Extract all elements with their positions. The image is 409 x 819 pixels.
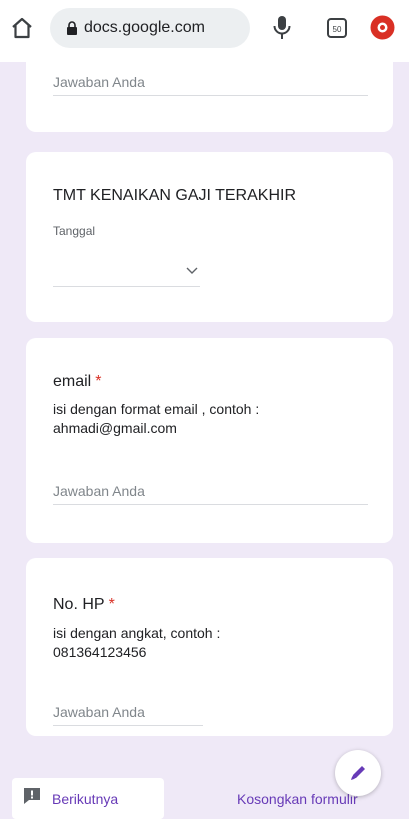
next-button-label: Berikutnya xyxy=(52,791,119,807)
url-text: docs.google.com xyxy=(84,19,205,36)
tabs-icon[interactable]: 50 xyxy=(326,17,348,39)
phone-answer-input[interactable]: Jawaban Anda xyxy=(53,702,203,726)
mic-icon[interactable] xyxy=(270,14,294,42)
date-input[interactable] xyxy=(53,260,200,287)
url-bar[interactable]: docs.google.com xyxy=(50,8,250,48)
edit-fab[interactable] xyxy=(335,750,381,796)
next-icon xyxy=(24,788,40,804)
email-question-title: email * xyxy=(53,373,101,391)
phone-question-description: isi dengan angkat, contoh : 081364123456 xyxy=(53,624,353,662)
next-button[interactable]: Berikutnya xyxy=(12,778,164,819)
question-card-email: email * isi dengan format email , contoh … xyxy=(26,338,393,543)
phone-question-title: No. HP * xyxy=(53,596,115,614)
email-description-line: ahmadi@gmail.com xyxy=(53,420,177,436)
required-mark: * xyxy=(95,373,102,390)
email-answer-input[interactable]: Jawaban Anda xyxy=(53,481,368,505)
phone-title-text: No. HP xyxy=(53,596,105,613)
home-icon[interactable] xyxy=(10,16,34,40)
question-card-previous: Jawaban Anda xyxy=(26,50,393,132)
email-description-line: isi dengan format email , contoh : xyxy=(53,401,260,417)
chevron-down-icon[interactable] xyxy=(186,267,198,275)
svg-text:50: 50 xyxy=(333,25,342,34)
lock-icon xyxy=(67,21,77,35)
download-icon[interactable] xyxy=(369,14,396,41)
tmt-question-title: TMT KENAIKAN GAJI TERAKHIR xyxy=(53,187,297,204)
question-card-tmt: TMT KENAIKAN GAJI TERAKHIR Tanggal xyxy=(26,152,393,322)
previous-answer-input[interactable]: Jawaban Anda xyxy=(53,72,368,96)
clear-form-link[interactable]: Kosongkan formulir xyxy=(237,791,358,807)
email-question-description: isi dengan format email , contoh : ahmad… xyxy=(53,400,353,438)
email-title-text: email xyxy=(53,373,92,390)
date-label: Tanggal xyxy=(53,224,96,238)
required-mark: * xyxy=(108,596,115,613)
phone-description-line: isi dengan angkat, contoh : xyxy=(53,625,221,641)
pencil-icon xyxy=(351,766,365,780)
phone-description-line: 081364123456 xyxy=(53,644,147,660)
question-card-phone: No. HP * isi dengan angkat, contoh : 0813… xyxy=(26,558,393,736)
